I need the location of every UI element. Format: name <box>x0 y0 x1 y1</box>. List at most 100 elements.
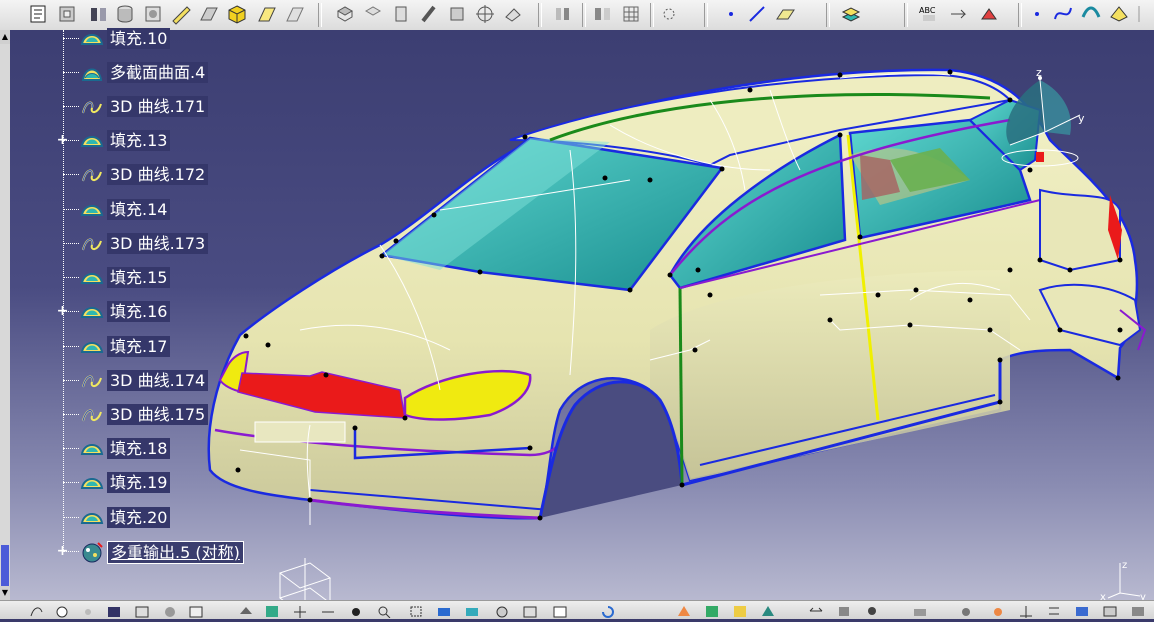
tree-node[interactable]: 填充.20 <box>18 506 278 530</box>
tree-node-label[interactable]: 填充.14 <box>107 199 171 220</box>
tree-node-label[interactable]: 多重输出.5 (对称) <box>107 541 244 564</box>
iso-view-icon[interactable] <box>238 603 254 617</box>
material-icon[interactable] <box>676 603 692 617</box>
offset-surface-icon[interactable] <box>284 3 306 25</box>
apply-material-icon[interactable] <box>978 3 1000 25</box>
tree-node-label[interactable]: 3D 曲线.174 <box>107 370 209 391</box>
tree-node[interactable]: 多截面曲面.4 <box>18 61 278 85</box>
measure-between-icon[interactable] <box>436 603 452 617</box>
tree-node[interactable]: 3D 曲线.175 <box>18 403 278 427</box>
update-icon[interactable] <box>600 603 616 618</box>
tree-node-label[interactable]: 填充.15 <box>107 267 171 288</box>
axis-icon[interactable] <box>1018 603 1034 618</box>
join-icon[interactable] <box>334 3 356 25</box>
tree-node-label[interactable]: 填充.20 <box>107 507 171 528</box>
tree-scrollbar[interactable]: ▲ ▼ <box>0 30 10 607</box>
split-icon[interactable] <box>390 3 412 25</box>
pencil-surface-icon[interactable] <box>170 3 192 25</box>
grid-icon[interactable] <box>620 3 642 25</box>
sketch-icon[interactable] <box>28 3 50 25</box>
square-frame-icon[interactable] <box>56 3 78 25</box>
trim-icon[interactable] <box>418 3 440 25</box>
expand-plus-icon[interactable]: + <box>56 544 69 558</box>
knowledge-icon[interactable] <box>1130 603 1146 617</box>
extremum-icon[interactable] <box>658 3 680 25</box>
tree-node[interactable]: + 填充.16 <box>18 300 278 324</box>
spline-icon[interactable] <box>1052 3 1074 25</box>
translate-icon[interactable] <box>502 3 524 25</box>
boundary-icon[interactable] <box>446 3 468 25</box>
target-point-icon[interactable] <box>474 3 496 25</box>
render-icon[interactable] <box>704 603 720 617</box>
tree-node-label[interactable]: 填充.18 <box>107 438 171 459</box>
blend-curve-icon[interactable] <box>1080 3 1102 25</box>
pointer-icon[interactable] <box>348 603 364 617</box>
printer-icon[interactable] <box>912 603 928 617</box>
healing-icon[interactable] <box>362 3 384 25</box>
shading-icon[interactable] <box>264 603 280 617</box>
compass-icon[interactable]: z y <box>1000 70 1090 200</box>
catalog-icon[interactable] <box>1102 603 1118 617</box>
line-icon[interactable] <box>746 3 768 25</box>
hide-show-icon[interactable] <box>292 603 308 618</box>
arrows-icon[interactable] <box>808 603 824 617</box>
light-icon[interactable] <box>990 603 1006 617</box>
tree-node[interactable]: 填充.14 <box>18 198 278 222</box>
normal-view-icon[interactable] <box>188 603 204 618</box>
formula-icon[interactable] <box>1046 603 1062 617</box>
swap-space-icon[interactable] <box>320 603 336 617</box>
table-icon[interactable] <box>1074 603 1090 617</box>
rotate-icon[interactable] <box>106 603 122 617</box>
box-select-icon[interactable] <box>408 603 424 617</box>
tree-node-label[interactable]: 填充.19 <box>107 472 171 493</box>
parallel-icon[interactable] <box>836 603 852 617</box>
symmetry-icon[interactable] <box>592 3 614 25</box>
fly-mode-icon[interactable] <box>28 603 44 617</box>
cylinder-view-icon[interactable] <box>494 603 510 618</box>
tree-node[interactable]: 3D 曲线.173 <box>18 232 278 256</box>
tree-node-label[interactable]: 3D 曲线.172 <box>107 164 209 185</box>
tree-node-label[interactable]: 填充.13 <box>107 130 171 151</box>
tree-node[interactable]: 填充.15 <box>18 266 278 290</box>
cylinder-icon[interactable] <box>114 3 136 25</box>
surface-patch-icon[interactable] <box>1108 3 1130 25</box>
tree-node-label[interactable]: 填充.16 <box>107 301 171 322</box>
tree-node[interactable]: + 多重输出.5 (对称) <box>18 540 278 564</box>
pan-icon[interactable] <box>80 603 96 617</box>
tree-node[interactable]: + 填充.13 <box>18 129 278 153</box>
texture-icon[interactable] <box>732 603 748 617</box>
tree-node[interactable]: 填充.19 <box>18 471 278 495</box>
tree-node-label[interactable]: 填充.10 <box>107 28 171 49</box>
scroll-up-arrow-icon[interactable]: ▲ <box>0 30 10 44</box>
surface-analysis-icon[interactable] <box>760 603 776 617</box>
tree-node-label[interactable]: 3D 曲线.175 <box>107 404 209 425</box>
pattern-icon[interactable] <box>552 3 574 25</box>
tree-node[interactable]: 3D 曲线.171 <box>18 95 278 119</box>
zoom-in-icon[interactable] <box>134 603 150 618</box>
search-icon[interactable] <box>376 603 392 619</box>
expand-plus-icon[interactable]: + <box>56 304 69 318</box>
tools-icon[interactable] <box>864 603 880 617</box>
measure-icon[interactable] <box>948 3 970 25</box>
tree-node[interactable]: 填充.17 <box>18 335 278 359</box>
tree-node-label[interactable]: 3D 曲线.171 <box>107 96 209 117</box>
more-tools-icon[interactable] <box>1136 3 1154 25</box>
tree-node-label[interactable]: 3D 曲线.173 <box>107 233 209 254</box>
point-small-icon[interactable] <box>1026 3 1048 25</box>
tree-node[interactable]: 3D 曲线.174 <box>18 369 278 393</box>
camera-icon[interactable] <box>958 603 974 617</box>
scroll-down-arrow-icon[interactable]: ▼ <box>0 586 10 600</box>
tree-node[interactable]: 填充.18 <box>18 437 278 461</box>
expand-plus-icon[interactable]: + <box>56 133 69 147</box>
tree-node-label[interactable]: 多截面曲面.4 <box>107 62 209 83</box>
fit-all-icon[interactable] <box>54 603 70 618</box>
plane-icon[interactable] <box>774 3 796 25</box>
tree-node[interactable]: 3D 曲线.172 <box>18 163 278 187</box>
sweep-surface-icon[interactable] <box>256 3 278 25</box>
cube-color-icon[interactable] <box>226 3 248 25</box>
box-icon[interactable] <box>142 3 164 25</box>
point-icon[interactable] <box>720 3 742 25</box>
zoom-out-icon[interactable] <box>162 603 178 617</box>
image-icon[interactable] <box>522 603 538 618</box>
annotation-icon[interactable]: ABC <box>918 3 940 25</box>
